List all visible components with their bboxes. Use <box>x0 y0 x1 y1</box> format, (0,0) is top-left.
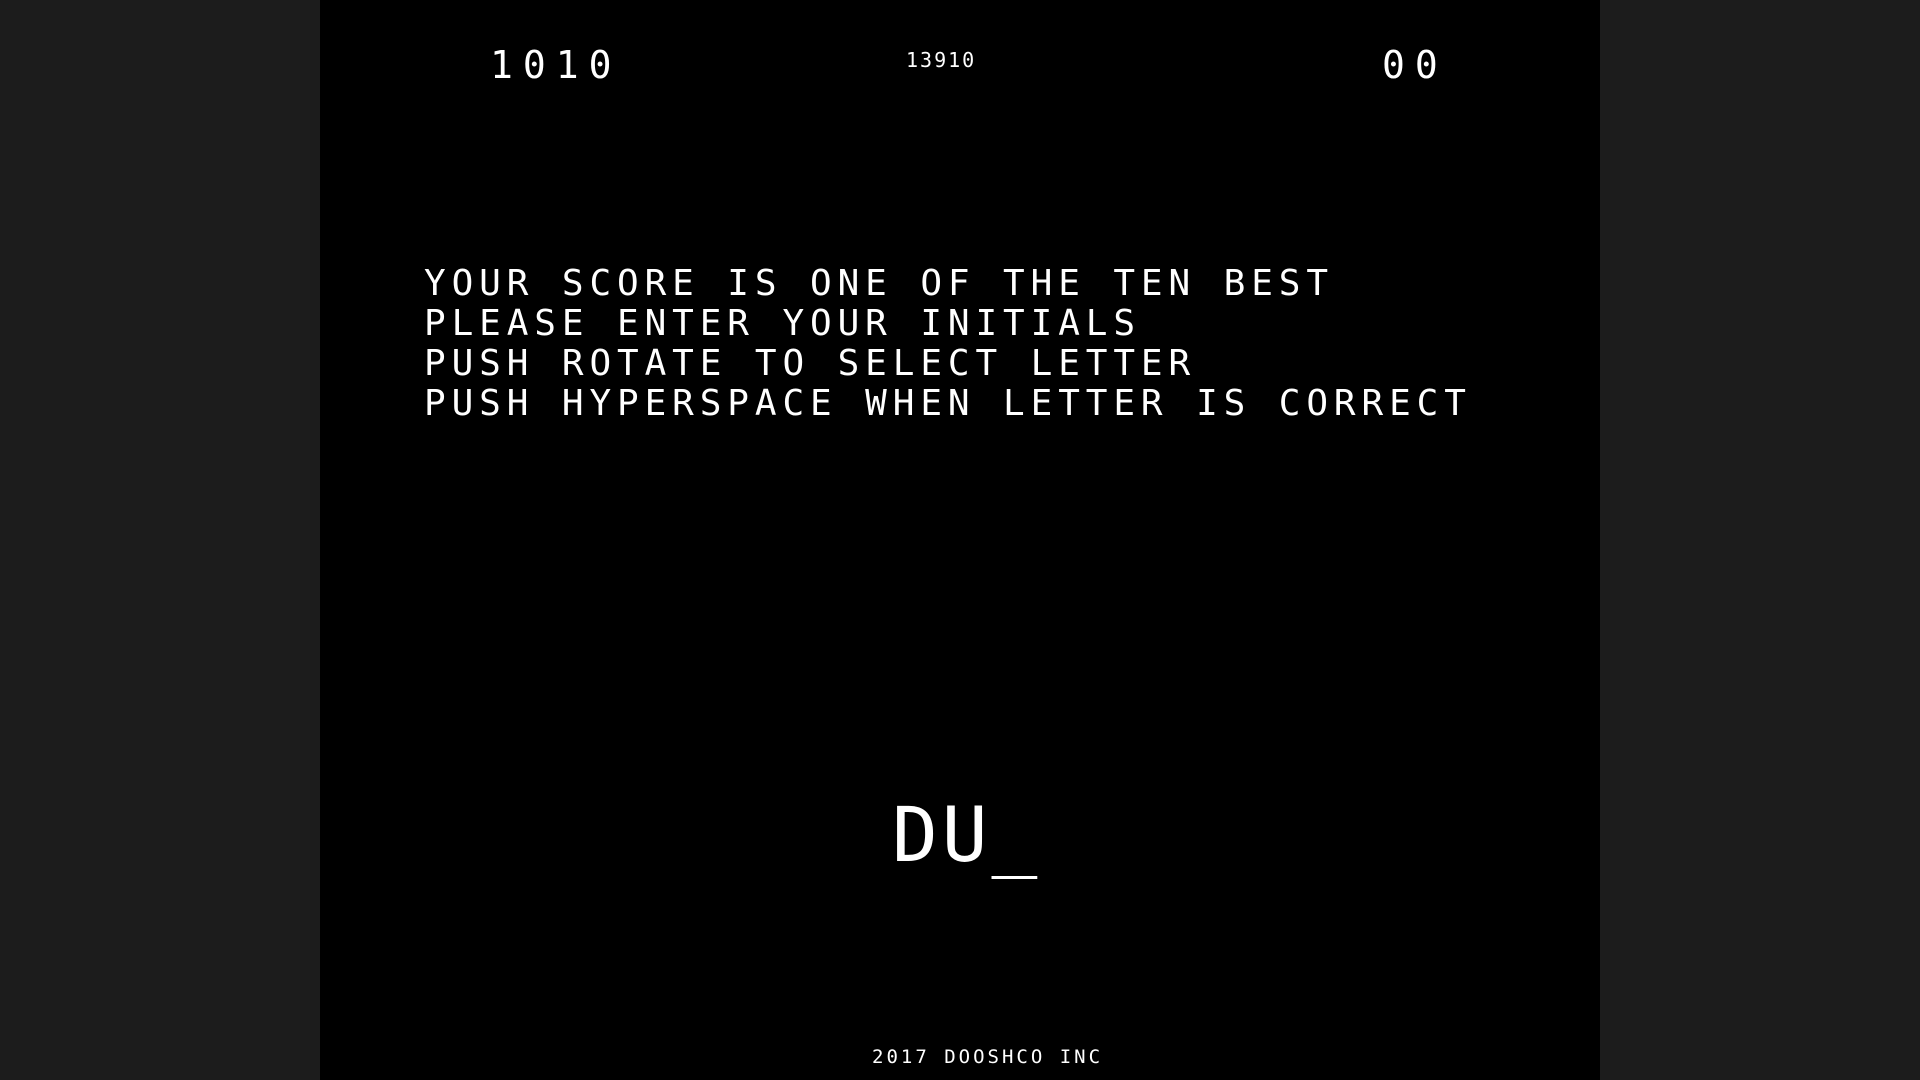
high-score-instructions: YOUR SCORE IS ONE OF THE TEN BEST PLEASE… <box>424 264 1472 424</box>
game-window: 1010 13910 00 YOUR SCORE IS ONE OF THE T… <box>0 0 1920 1080</box>
player2-score: 00 <box>1382 43 1448 87</box>
player1-score: 1010 <box>490 43 622 87</box>
message-line-top-ten: YOUR SCORE IS ONE OF THE TEN BEST <box>424 263 1334 304</box>
message-line-hyperspace: PUSH HYPERSPACE WHEN LETTER IS CORRECT <box>424 383 1472 424</box>
message-line-enter-initials: PLEASE ENTER YOUR INITIALS <box>424 303 1141 344</box>
high-score: 13910 <box>906 48 977 72</box>
game-screen: 1010 13910 00 YOUR SCORE IS ONE OF THE T… <box>320 0 1600 1080</box>
copyright-text: 2017 DOOSHCO INC <box>872 1046 1104 1068</box>
message-line-rotate: PUSH ROTATE TO SELECT LETTER <box>424 343 1197 384</box>
initials-entry[interactable]: DU_ <box>892 797 1041 873</box>
